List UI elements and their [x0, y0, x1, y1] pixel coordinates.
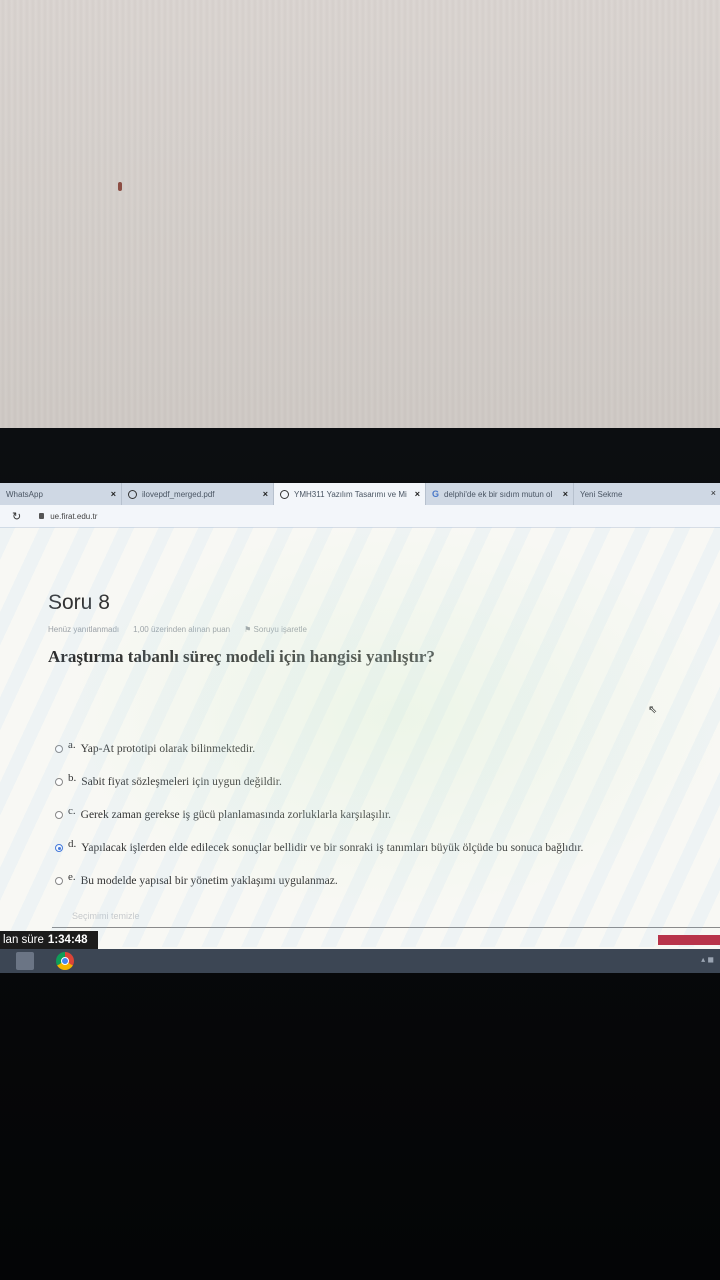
option-letter: b. [68, 772, 77, 784]
tab-label: WhatsApp [6, 489, 43, 499]
option-letter: e. [68, 871, 76, 883]
option-text: Yapılacak işlerden elde edilecek sonuçla… [81, 842, 584, 854]
radio-button[interactable] [55, 745, 63, 753]
window-close-icon[interactable]: × [711, 488, 716, 498]
question-points: 1,00 üzerinden alınan puan [133, 625, 231, 634]
quiz-content: Soru 8 Henüz yanıtlanmadı 1,00 üzerinden… [0, 527, 720, 947]
submit-button[interactable] [658, 935, 720, 945]
laptop-screen: WhatsApp × ilovepdf_merged.pdf × YMH311 … [0, 483, 720, 973]
option-letter: a. [68, 739, 76, 751]
tab-ilovepdf[interactable]: ilovepdf_merged.pdf × [122, 483, 274, 505]
globe-icon [128, 489, 137, 499]
question-status: Henüz yanıtlanmadı [48, 625, 120, 634]
reload-icon[interactable]: ↻ [12, 510, 21, 523]
close-icon[interactable]: × [415, 489, 420, 499]
close-icon[interactable]: × [563, 489, 568, 499]
option-e[interactable]: e. Bu modelde yapısal bir yönetim yaklaş… [55, 871, 338, 887]
radio-button[interactable] [55, 778, 63, 786]
question-number: Soru 8 [48, 591, 110, 614]
system-tray-icon[interactable]: ▴ ◼ [701, 955, 714, 964]
background-wall [0, 0, 720, 430]
flag-label: Soruyu işaretle [253, 625, 307, 634]
timer-value: 1:34:48 [47, 934, 88, 946]
question-text: Araştırma tabanlı süreç modeli için hang… [48, 647, 435, 666]
option-b[interactable]: b. Sabit fiyat sözleşmeleri için uygun d… [55, 772, 282, 788]
option-text: Sabit fiyat sözleşmeleri için uygun deği… [81, 776, 282, 788]
tab-label: ilovepdf_merged.pdf [142, 489, 215, 499]
flag-question-link[interactable]: ⚑ Soruyu işaretle [244, 625, 307, 634]
moodle-icon [280, 489, 289, 499]
option-letter: c. [68, 805, 76, 817]
flag-icon: ⚑ [244, 625, 254, 634]
option-a[interactable]: a. Yap-At prototipi olarak bilinmektedir… [55, 739, 256, 755]
tab-label: Yeni Sekme [580, 489, 623, 499]
time-remaining-badge: lan süre 1:34:48 [0, 931, 98, 949]
option-text: Yap-At prototipi olarak bilinmektedir. [80, 743, 256, 755]
wall-spot [118, 182, 122, 191]
divider [52, 927, 720, 928]
close-icon[interactable]: × [263, 489, 268, 499]
question-info: Henüz yanıtlanmadı 1,00 üzerinden alınan… [48, 625, 307, 634]
timer-label: lan süre [3, 934, 44, 946]
option-text: Bu modelde yapısal bir yönetim yaklaşımı… [80, 875, 338, 887]
close-icon[interactable]: × [111, 489, 116, 499]
chrome-icon[interactable] [56, 952, 74, 970]
tab-new-tab[interactable]: Yeni Sekme [574, 483, 694, 505]
browser-tab-bar: WhatsApp × ilovepdf_merged.pdf × YMH311 … [0, 483, 720, 505]
option-letter: d. [68, 838, 77, 850]
clear-choice-link[interactable]: Seçimimi temizle [72, 911, 140, 921]
option-d[interactable]: d. Yapılacak işlerden elde edilecek sonu… [55, 838, 584, 854]
radio-button[interactable] [55, 877, 63, 885]
option-c[interactable]: c. Gerek zaman gerekse iş gücü planlamas… [55, 805, 392, 821]
url-field[interactable]: ue.firat.edu.tr [50, 512, 97, 521]
address-bar: ↻ ue.firat.edu.tr [0, 505, 720, 528]
radio-button-selected[interactable] [55, 844, 63, 852]
mouse-cursor-icon: ⇖ [648, 704, 658, 716]
google-icon: G [432, 489, 440, 499]
tab-label: delphi'de ek bir sıdım mutun ol [444, 489, 553, 499]
tab-ymh311[interactable]: YMH311 Yazılım Tasarımı ve Mi × [274, 483, 426, 505]
tab-google-search[interactable]: G delphi'de ek bir sıdım mutun ol × [426, 483, 574, 505]
tab-whatsapp[interactable]: WhatsApp × [0, 483, 122, 505]
radio-button[interactable] [55, 811, 63, 819]
lock-icon [39, 513, 45, 519]
option-text: Gerek zaman gerekse iş gücü planlamasınd… [80, 809, 392, 821]
taskbar: ▴ ◼ [0, 949, 720, 973]
file-manager-icon[interactable] [16, 952, 34, 970]
tab-label: YMH311 Yazılım Tasarımı ve Mi [294, 489, 407, 499]
